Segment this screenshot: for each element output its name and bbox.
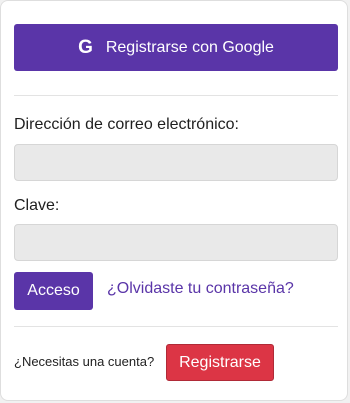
divider-bottom	[14, 326, 338, 327]
need-account-text: ¿Necesitas una cuenta?	[14, 354, 155, 369]
divider-top	[14, 95, 338, 96]
register-button[interactable]: Registrarse	[166, 344, 274, 381]
login-button[interactable]: Acceso	[14, 272, 93, 310]
password-label: Clave:	[14, 197, 60, 214]
google-g-icon: G	[78, 37, 93, 58]
google-signup-button[interactable]: G Registrarse con Google	[14, 24, 338, 71]
email-label: Dirección de correo electrónico:	[14, 116, 239, 133]
email-field[interactable]	[14, 144, 338, 181]
signin-card: G Registrarse con Google Dirección de co…	[0, 0, 348, 401]
forgot-password-link[interactable]: ¿Olvidaste tu contraseña?	[107, 280, 294, 298]
password-field[interactable]	[14, 224, 338, 261]
google-signup-label: Registrarse con Google	[105, 38, 274, 56]
